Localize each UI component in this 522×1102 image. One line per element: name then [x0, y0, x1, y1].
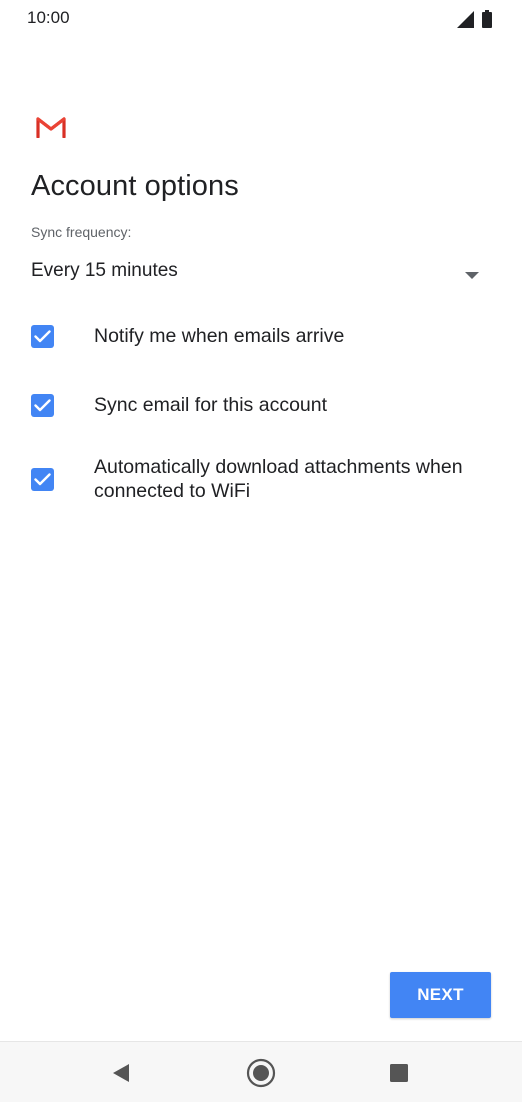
signal-icon [457, 11, 474, 28]
sync-frequency-dropdown[interactable]: Every 15 minutes [31, 256, 491, 288]
option-sync-email-label: Sync email for this account [94, 394, 328, 416]
option-sync-email[interactable]: Sync email for this account [31, 393, 501, 417]
status-icons [457, 10, 492, 28]
navigation-bar [0, 1041, 522, 1102]
dropdown-arrow-icon [465, 266, 479, 284]
status-bar: 10:00 [0, 0, 522, 38]
page-title: Account options [31, 170, 239, 202]
checkmark-icon [34, 472, 51, 485]
checkbox-download-attachments[interactable] [31, 467, 54, 491]
option-download-attachments[interactable]: Automatically download attachments when … [31, 455, 501, 503]
status-time: 10:00 [27, 8, 70, 27]
back-icon[interactable] [106, 1058, 136, 1088]
next-button[interactable]: NEXT [390, 972, 491, 1018]
checkmark-icon [34, 398, 51, 411]
recents-icon[interactable] [384, 1058, 414, 1088]
battery-icon [482, 10, 492, 28]
checkbox-sync-email[interactable] [31, 393, 54, 417]
checkmark-icon [34, 329, 51, 342]
sync-frequency-value: Every 15 minutes [31, 260, 178, 281]
gmail-logo-icon [36, 116, 66, 139]
sync-frequency-label: Sync frequency: [31, 224, 132, 240]
checkbox-notify[interactable] [31, 324, 54, 348]
screen: 10:00 Account options Sync frequency: Ev… [0, 0, 522, 1102]
option-notify-label: Notify me when emails arrive [94, 325, 345, 347]
option-download-attachments-label: Automatically download attachments when … [94, 456, 463, 502]
option-notify[interactable]: Notify me when emails arrive [31, 324, 501, 348]
home-icon[interactable] [246, 1058, 276, 1088]
